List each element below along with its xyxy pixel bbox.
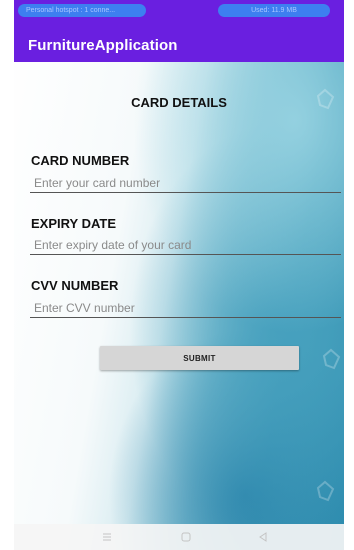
navigation-bar xyxy=(14,524,344,550)
home-icon[interactable] xyxy=(179,530,193,544)
menu-icon[interactable] xyxy=(100,530,114,544)
watermark-icon xyxy=(316,480,335,502)
expiry-date-label: EXPIRY DATE xyxy=(31,216,117,231)
back-icon[interactable] xyxy=(256,530,270,544)
card-number-label: CARD NUMBER xyxy=(31,153,130,168)
status-bar: Personal hotspot : 1 conne... Used: 11.9… xyxy=(14,0,344,30)
cvv-number-label: CVV NUMBER xyxy=(31,278,119,293)
submit-button[interactable]: SUBMIT xyxy=(100,346,299,370)
app-bar: FurnitureApplication xyxy=(14,30,344,62)
data-usage-pill: Used: 11.9 MB xyxy=(218,4,330,17)
cvv-number-input[interactable] xyxy=(30,300,341,318)
app-title: FurnitureApplication xyxy=(28,37,178,54)
card-number-input[interactable] xyxy=(30,175,341,193)
expiry-date-input[interactable] xyxy=(30,237,341,255)
page-title: CARD DETAILS xyxy=(131,95,227,110)
hotspot-status-pill: Personal hotspot : 1 conne... xyxy=(18,4,146,17)
watermark-icon xyxy=(322,348,341,370)
app-screen: Personal hotspot : 1 conne... Used: 11.9… xyxy=(14,0,344,550)
